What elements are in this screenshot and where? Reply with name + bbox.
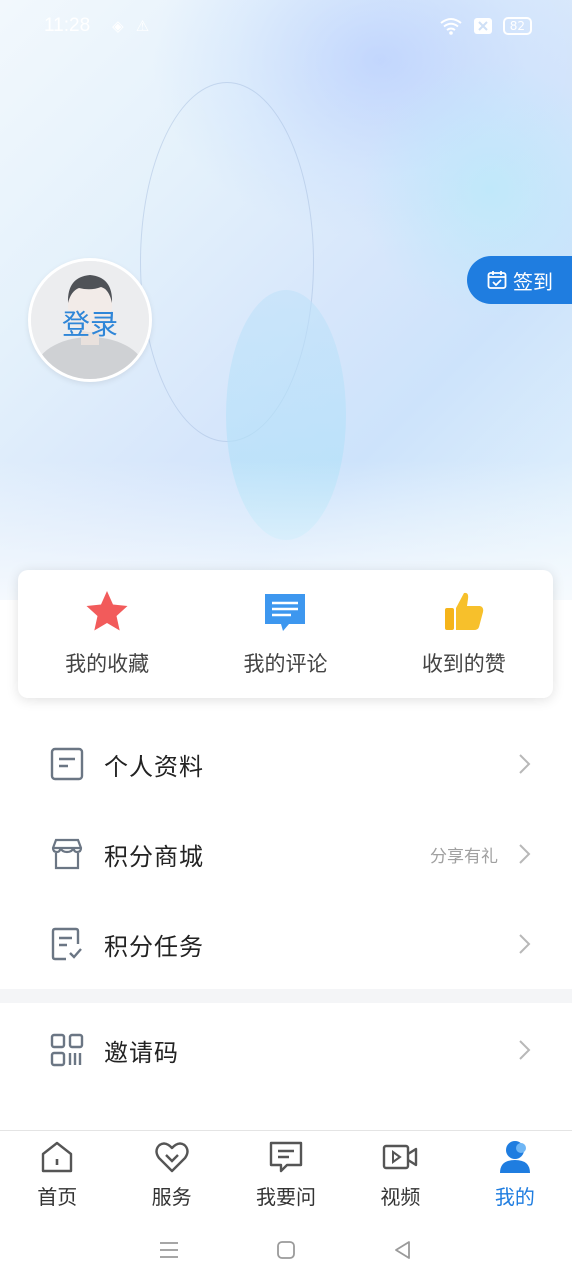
quick-item-label: 我的评论: [243, 652, 328, 676]
sim-off-icon: [473, 18, 492, 34]
tab-ask[interactable]: 我要问: [229, 1131, 343, 1220]
quick-item-label: 我的收藏: [65, 652, 150, 676]
user-icon: [499, 1141, 530, 1173]
status-bar: 11:28 ◈ ⚠ 82: [0, 0, 572, 52]
menu-item-label: 积分任务: [104, 932, 204, 961]
calendar-check-icon: [487, 271, 507, 289]
menu-item-label: 邀请码: [104, 1038, 179, 1067]
tab-label: 服务: [151, 1185, 192, 1209]
home-square-icon[interactable]: [274, 1238, 298, 1262]
quick-item-likes[interactable]: 收到的赞: [375, 570, 553, 698]
store-icon: [51, 838, 83, 870]
quick-item-label: 收到的赞: [421, 652, 506, 676]
chevron-right-icon: [519, 934, 531, 954]
tab-home[interactable]: 首页: [0, 1131, 114, 1220]
tab-mine[interactable]: 我的: [458, 1131, 572, 1220]
heart-icon: [154, 1142, 189, 1173]
share-gift-hint: 分享有礼: [430, 846, 498, 867]
chevron-right-icon: [519, 1040, 531, 1060]
battery-icon: 82: [502, 17, 532, 35]
quick-actions-card: 我的收藏 我的评论 收到的赞: [18, 570, 553, 698]
star-icon: [86, 591, 128, 631]
home-icon: [42, 1141, 73, 1173]
chevron-right-icon: [519, 754, 531, 774]
document-icon: [50, 747, 84, 781]
tab-label: 视频: [380, 1185, 421, 1209]
tab-services[interactable]: 服务: [114, 1131, 228, 1220]
menu-item-points-store[interactable]: 积分商城 分享有礼: [0, 809, 572, 899]
location-icon: ◈: [112, 17, 124, 35]
task-icon: [51, 927, 82, 961]
back-icon[interactable]: [391, 1238, 415, 1262]
sign-in-button[interactable]: 签到: [467, 256, 572, 304]
warning-icon: ⚠: [135, 17, 150, 35]
avatar[interactable]: 登录: [28, 258, 152, 382]
section-divider: [0, 989, 572, 1003]
quick-item-comments[interactable]: 我的评论: [196, 570, 374, 698]
battery-level: 82: [509, 19, 525, 33]
sign-in-label: 签到: [513, 269, 553, 294]
wifi-icon: [440, 18, 462, 35]
qr-code-icon: [50, 1033, 84, 1067]
tab-label: 我的: [494, 1185, 535, 1209]
tab-video[interactable]: 视频: [343, 1131, 457, 1220]
thumbs-up-icon: [444, 592, 484, 630]
menu-item-points-tasks[interactable]: 积分任务: [0, 899, 572, 989]
quick-item-favorites[interactable]: 我的收藏: [18, 570, 196, 698]
status-time: 11:28: [44, 15, 91, 36]
menu-item-label: 积分商城: [104, 842, 204, 871]
comment-icon: [265, 594, 306, 631]
tab-label: 首页: [37, 1185, 78, 1209]
menu-item-invite-code[interactable]: 邀请码: [0, 1005, 572, 1095]
bottom-tab-bar: 首页 服务 我要问 视频 我的: [0, 1130, 572, 1220]
video-icon: [383, 1144, 418, 1170]
system-nav-bar: [0, 1220, 572, 1280]
tab-label: 我要问: [256, 1185, 317, 1209]
menu-item-label: 个人资料: [104, 752, 204, 781]
menu-item-profile[interactable]: 个人资料: [0, 719, 572, 809]
message-icon: [269, 1141, 303, 1173]
menu-icon[interactable]: [157, 1238, 181, 1262]
login-button[interactable]: 登录: [31, 303, 149, 343]
chevron-right-icon: [519, 844, 531, 864]
